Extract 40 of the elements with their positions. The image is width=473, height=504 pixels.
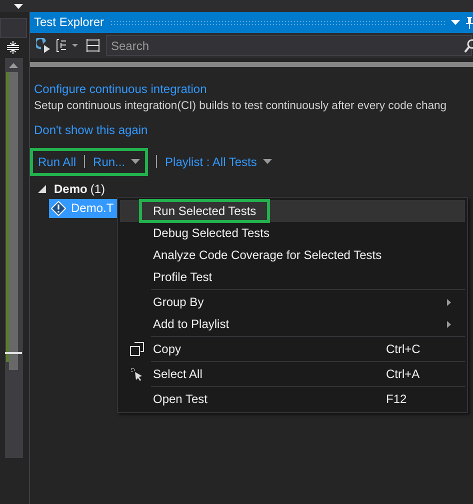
- shortcut-text: F12: [386, 391, 408, 408]
- shortcut-text: Ctrl+C: [386, 341, 421, 358]
- menu-item[interactable]: Copy Ctrl+C: [120, 338, 465, 360]
- search-field[interactable]: Search: [106, 35, 472, 56]
- pin-icon[interactable]: [466, 16, 473, 28]
- command-link[interactable]: Playlist : All Tests: [165, 152, 272, 171]
- run-refresh-icon[interactable]: [36, 38, 50, 53]
- shortcut-text: Ctrl+A: [386, 366, 421, 383]
- test-name: Demo.T: [71, 200, 114, 218]
- caret-icon[interactable]: [131, 159, 140, 164]
- highlight-frame: Run Selected Tests: [139, 199, 270, 223]
- menu-item[interactable]: Group By: [120, 291, 465, 313]
- menu-item[interactable]: Open Test F12: [120, 388, 465, 410]
- expanded-arrow-icon[interactable]: [38, 185, 46, 194]
- menu-item[interactable]: Add to Playlist: [120, 313, 465, 335]
- group-label: Demo: [54, 181, 88, 198]
- dropdown-arrow-icon[interactable]: [14, 4, 23, 9]
- caret-icon[interactable]: [262, 159, 272, 164]
- warning-icon: [51, 200, 66, 216]
- menu-item[interactable]: Run Selected Tests: [120, 200, 465, 222]
- submenu-arrow-icon: [447, 320, 451, 328]
- dismiss-link[interactable]: Don't show this again: [34, 120, 148, 139]
- configure-link[interactable]: Configure continuous integration: [34, 80, 473, 98]
- scroll-bar[interactable]: [5, 58, 23, 458]
- command-link[interactable]: Run...: [93, 152, 140, 171]
- group-by-icon[interactable]: [56, 39, 80, 52]
- select-cursor-icon: [130, 368, 142, 380]
- copy-icon: [130, 342, 144, 356]
- panel-title: Test Explorer: [34, 14, 104, 31]
- list-settings-icon[interactable]: [86, 39, 100, 52]
- notice-text: Setup continuous integration(CI) builds to test continuously after every code chang: [34, 99, 448, 114]
- test-count: (1): [90, 181, 106, 198]
- command-link[interactable]: Run All: [38, 152, 76, 171]
- menu-item[interactable]: Debug Selected Tests: [120, 222, 465, 244]
- menu-item[interactable]: Analyze Code Coverage for Selected Tests: [120, 244, 465, 266]
- menu-item[interactable]: Profile Test: [120, 266, 465, 288]
- split-icon[interactable]: [7, 41, 19, 54]
- tree-group-row[interactable]: Demo (1): [38, 180, 473, 199]
- submenu-arrow-icon: [447, 298, 451, 306]
- menu-item[interactable]: Select All Ctrl+A: [120, 363, 465, 385]
